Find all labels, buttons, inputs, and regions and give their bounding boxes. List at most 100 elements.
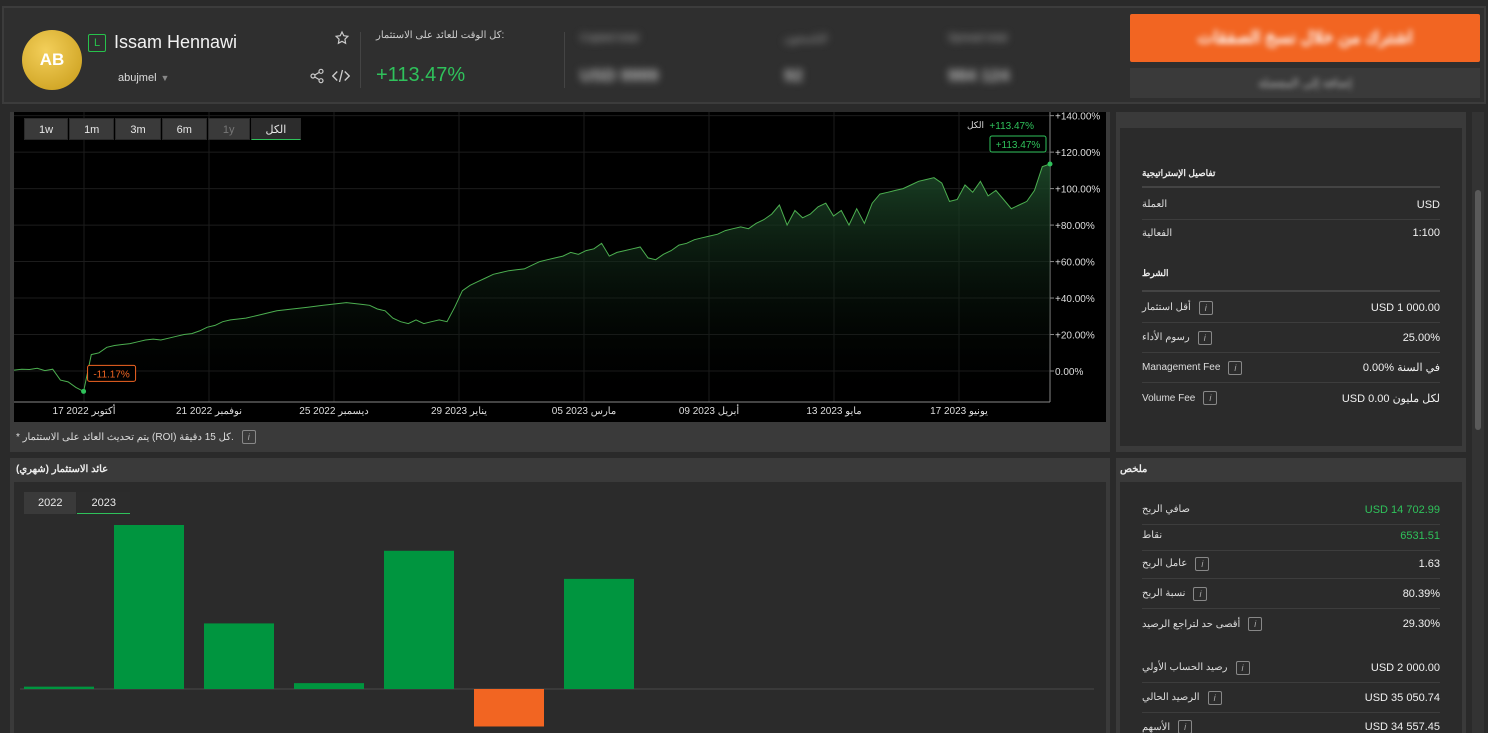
info-icon[interactable]: i	[1235, 660, 1250, 675]
y-tick-label: +60.00%	[1055, 258, 1095, 269]
roi-chart-area: 1w 1m 3m 6m 1y الكل 0.00% +20.00% +40.00% +…	[14, 112, 1106, 422]
star-icon[interactable]	[334, 30, 350, 46]
performance-fee-label: رسوم الأداء i	[1142, 330, 1212, 345]
current-balance-value: USD 35 050.74	[1364, 691, 1440, 704]
volume-fee-row: Volume Fee i USD 0.00 لكل مليون	[1142, 383, 1440, 413]
info-icon[interactable]: i	[1248, 617, 1263, 631]
info-icon[interactable]: i	[1203, 391, 1218, 405]
copy-trade-button[interactable]: اشترك من خلال نسخ الصفقات	[1130, 14, 1480, 62]
roi-value: +113.47%	[376, 64, 466, 86]
min-investment-label: أقل استثمار i	[1142, 300, 1213, 315]
legend-label: الكل	[967, 120, 984, 130]
strategy-panel: تفاصيل الإستراتيجية العملة USD الفعالية …	[1116, 112, 1466, 452]
x-tick-label: 17 2023 يونيو	[930, 406, 988, 417]
tab-3m[interactable]: 3m	[115, 118, 161, 140]
info-icon[interactable]: i	[1195, 556, 1210, 571]
max-drawdown-label: أقصى حد لتراجع الرصيد i	[1142, 617, 1263, 631]
equity-label: الأسهم i	[1142, 720, 1193, 733]
monthly-bar	[384, 550, 454, 689]
x-tick-label: 13 2023 مايو	[806, 406, 861, 417]
copiers-value: 92	[784, 66, 803, 85]
spread-label: Spread total	[948, 32, 1008, 44]
monthly-bar	[294, 683, 364, 689]
points-value: 6531.51	[1400, 529, 1440, 542]
info-icon[interactable]: i	[1193, 586, 1208, 601]
roi-area	[14, 164, 1050, 402]
info-icon[interactable]: i	[1178, 720, 1193, 733]
y-tick-label: +120.00%	[1055, 148, 1100, 159]
profit-factor-value: 1.63	[1418, 557, 1440, 570]
win-rate-value: 80.39%	[1402, 587, 1440, 600]
min-point-marker	[81, 388, 87, 394]
y-tick-label: +140.00%	[1055, 112, 1100, 123]
range-tabs: 1w 1m 3m 6m 1y الكل	[24, 118, 302, 140]
current-balance-row: الرصيد الحالي i USD 35 050.74	[1142, 683, 1440, 713]
profit-factor-label: عامل الربح i	[1142, 556, 1210, 571]
net-profit-label: صافي الربح	[1142, 504, 1191, 515]
volume-fee-value: USD 0.00 لكل مليون	[1341, 392, 1440, 405]
currency-row: العملة USD	[1142, 190, 1440, 220]
y-tick-label: +40.00%	[1055, 294, 1095, 305]
divider	[564, 32, 565, 88]
roi-label: كل الوقت للعائد على الاستثمار:	[376, 30, 505, 41]
username-dropdown[interactable]: abujmel ▼	[118, 72, 169, 84]
monthly-bar-chart[interactable]	[14, 482, 1106, 733]
roi-note-text: * يتم تحديث العائد على الاستثمار (ROI) ك…	[16, 431, 234, 443]
embed-code-icon[interactable]	[332, 68, 350, 84]
currency-value: USD	[1416, 198, 1440, 211]
min-badge-label: -11.17%	[93, 369, 130, 380]
points-row: نقاط 6531.51	[1142, 521, 1440, 551]
performance-fee-value: 25.00%	[1402, 331, 1440, 344]
tab-1y[interactable]: 1y	[207, 118, 250, 140]
tab-1w[interactable]: 1w	[24, 118, 69, 140]
tab-1m[interactable]: 1m	[69, 118, 115, 140]
max-drawdown-row: أقصى حد لتراجع الرصيد i 29.30%	[1142, 609, 1440, 639]
tab-all[interactable]: الكل	[250, 118, 302, 140]
current-balance-label: الرصيد الحالي i	[1142, 690, 1222, 705]
level-badge: L	[88, 34, 106, 52]
monthly-bar	[204, 623, 274, 689]
section-rule	[1142, 290, 1440, 292]
equity-row: الأسهم i USD 34 557.45	[1142, 712, 1440, 733]
current-badge-label: +113.47%	[996, 140, 1041, 151]
username-label: abujmel	[118, 72, 157, 84]
min-investment-value: USD 1 000.00	[1370, 301, 1440, 314]
management-fee-value: 0.00% في السنة	[1362, 362, 1440, 374]
spread-value: 984 124	[948, 66, 1010, 85]
tab-6m[interactable]: 6m	[161, 118, 207, 140]
favorite-button[interactable]: إضافة إلى المفضلة	[1130, 68, 1480, 98]
info-icon[interactable]: i	[1228, 360, 1243, 375]
page-scrollbar[interactable]	[1472, 112, 1484, 733]
x-tick-label: 25 2022 ديسمبر	[299, 406, 368, 417]
max-drawdown-value: 29.30%	[1402, 618, 1440, 630]
leverage-row: الفعالية 1:100	[1142, 218, 1440, 248]
profit-factor-row: عامل الربح i 1.63	[1142, 549, 1440, 579]
scroll-thumb[interactable]	[1475, 190, 1481, 430]
copiers-label: الناسخون	[784, 33, 828, 45]
y-tick-label: +80.00%	[1055, 221, 1095, 232]
y-tick-label: +100.00%	[1055, 185, 1100, 196]
management-fee-row: Management Fee i 0.00% في السنة	[1142, 353, 1440, 383]
favorite-label: إضافة إلى المفضلة	[1258, 76, 1352, 90]
roi-update-note: * يتم تحديث العائد على الاستثمار (ROI) ك…	[16, 430, 256, 444]
share-icon[interactable]	[309, 68, 325, 84]
performance-fee-row: رسوم الأداء i 25.00%	[1142, 323, 1440, 353]
info-icon[interactable]: i	[1207, 690, 1222, 705]
trader-name: Issam Hennawi	[114, 32, 238, 52]
info-icon[interactable]: i	[1197, 330, 1212, 345]
trader-header: AB L Issam Hennawi abujmel ▼ كل الوقت للع…	[2, 6, 1486, 104]
initial-balance-value: USD 2 000.00	[1370, 661, 1440, 674]
info-icon[interactable]: i	[241, 430, 256, 444]
min-investment-row: أقل استثمار i USD 1 000.00	[1142, 293, 1440, 323]
roi-line-chart[interactable]: 0.00% +20.00% +40.00% +60.00% +80.00% +100.00…	[14, 112, 1106, 422]
summary-inner: صافي الربح USD 14 702.99 نقاط 6531.51 عا…	[1120, 482, 1462, 733]
initial-balance-row: رصيد الحساب الأولي i USD 2 000.00	[1142, 653, 1440, 683]
monthly-bar	[24, 686, 94, 689]
leverage-label: الفعالية	[1142, 227, 1173, 239]
win-rate-row: نسبة الربح i 80.39%	[1142, 579, 1440, 609]
copy-trade-label: اشترك من خلال نسخ الصفقات	[1197, 28, 1413, 47]
avatar[interactable]: AB	[22, 30, 82, 90]
info-icon[interactable]: i	[1198, 300, 1213, 315]
y-tick-label: +20.00%	[1055, 331, 1095, 342]
initial-balance-label: رصيد الحساب الأولي i	[1142, 660, 1250, 675]
